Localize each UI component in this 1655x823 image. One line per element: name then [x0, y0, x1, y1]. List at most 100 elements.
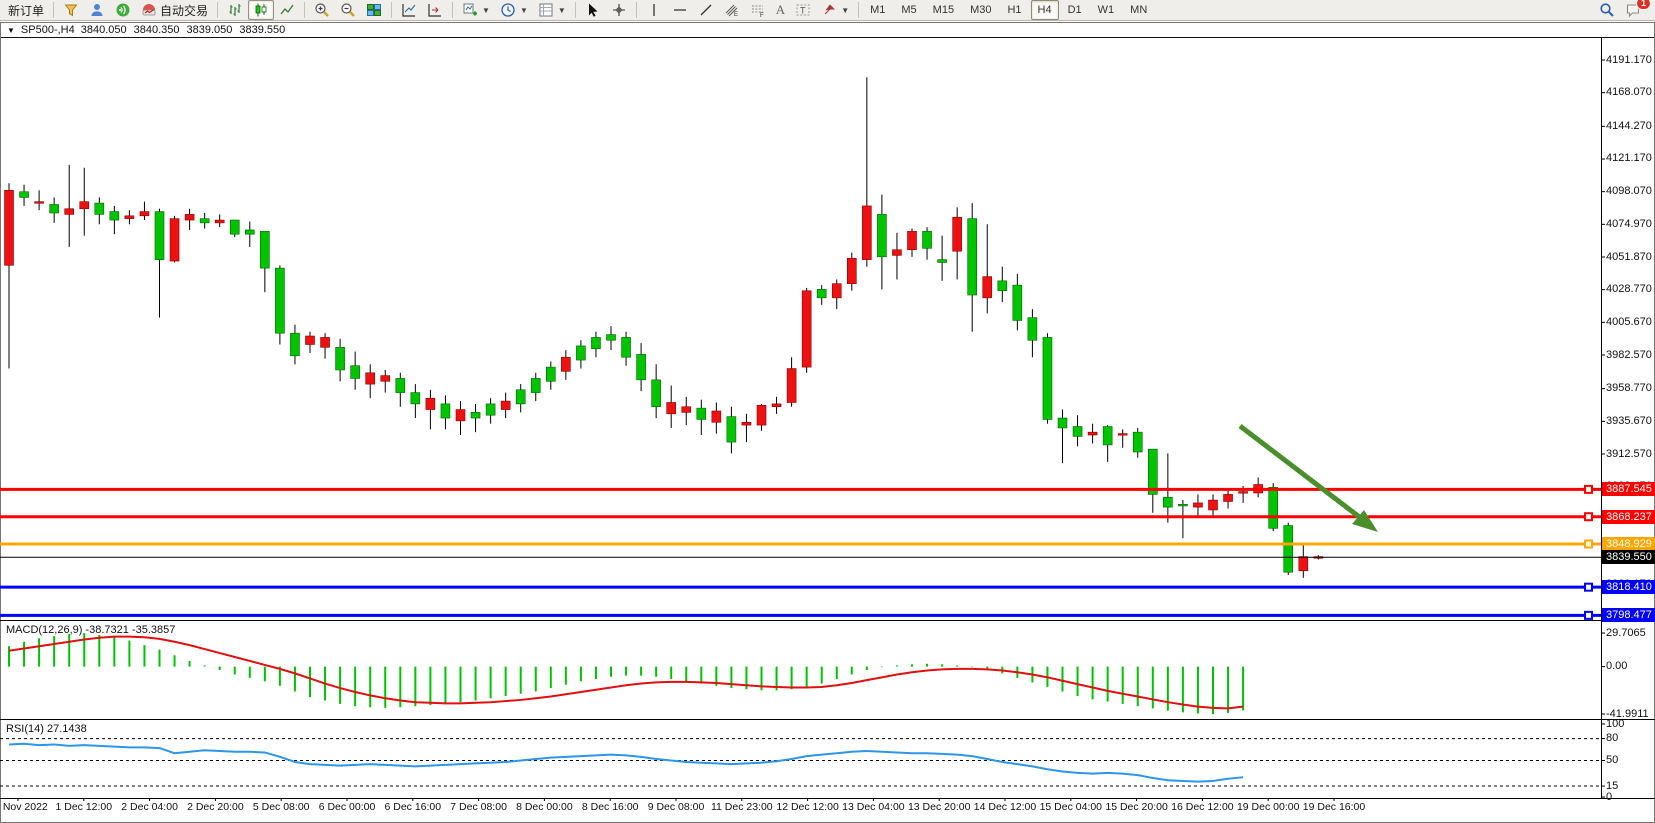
add-indicator-button[interactable]: ▼	[457, 0, 495, 20]
candle-body	[1284, 526, 1293, 573]
cursor-icon	[585, 2, 601, 18]
time-axis-label: 2 Dec 04:00	[121, 801, 178, 813]
rsi-tick-label: 50	[1606, 754, 1618, 766]
separator	[575, 2, 576, 18]
candle-body	[1209, 500, 1218, 510]
zoom-out-button[interactable]	[335, 0, 361, 20]
time-axis-label: 12 Dec 12:00	[776, 801, 838, 813]
line-chart-mode-button[interactable]	[274, 0, 300, 20]
time-axis-label: 8 Dec 16:00	[582, 801, 639, 813]
templates-icon	[538, 2, 554, 18]
candle-body	[486, 404, 495, 415]
text-icon: A	[776, 2, 785, 18]
autotrading-button[interactable]: 自动交易	[136, 0, 213, 20]
new-order-button[interactable]: 新订单	[3, 0, 49, 20]
separator	[636, 2, 637, 18]
candle-body	[908, 231, 917, 249]
candle-body	[35, 202, 44, 204]
trendline-button[interactable]	[693, 0, 719, 20]
candle-body	[5, 190, 14, 265]
candle-body	[336, 347, 345, 370]
horizontal-line-button[interactable]	[667, 0, 693, 20]
zoom-in-button[interactable]	[309, 0, 335, 20]
candle-body	[95, 203, 104, 214]
current-price-label: 3839.550	[1602, 550, 1655, 564]
candle-body	[968, 219, 977, 295]
timeframe-M1[interactable]: M1	[863, 0, 892, 20]
rsi-tick-label: 80	[1606, 732, 1618, 744]
line-handle[interactable]	[1585, 513, 1592, 520]
trend-arrow[interactable]	[1240, 426, 1366, 522]
signals-button[interactable]	[110, 0, 136, 20]
open-value: 3840.050	[81, 24, 127, 36]
candle-body	[1073, 427, 1082, 437]
timeframe-W1[interactable]: W1	[1091, 0, 1122, 20]
text-label-button[interactable]: T	[790, 0, 816, 20]
timeframe-M15[interactable]: M15	[926, 0, 961, 20]
candle-body	[20, 192, 29, 198]
candle-body	[260, 231, 269, 268]
candle-body	[110, 212, 119, 220]
timeframe-MN[interactable]: MN	[1123, 0, 1154, 20]
svg-text:T: T	[800, 6, 806, 16]
chevron-down-icon: ▼	[841, 6, 849, 15]
time-axis-label: 16 Dec 12:00	[1171, 801, 1233, 813]
chevron-down-icon: ▼	[558, 6, 566, 15]
candle-body	[923, 231, 932, 248]
candle-body	[185, 214, 194, 220]
autotrading-icon	[141, 2, 157, 18]
candle-body	[817, 289, 826, 297]
chat-button[interactable]: 1	[1620, 0, 1646, 20]
candle-body	[1028, 318, 1037, 341]
periods-button[interactable]: ▼	[495, 0, 533, 20]
hline-price-label: 3868.237	[1602, 510, 1655, 524]
metaeditor-button[interactable]	[58, 0, 84, 20]
candle-body	[50, 204, 59, 212]
cursor-button[interactable]	[580, 0, 606, 20]
fibonacci-button[interactable]: F	[745, 0, 771, 20]
text-button[interactable]: A	[771, 0, 790, 20]
candle-body	[275, 268, 284, 333]
vertical-line-button[interactable]	[641, 0, 667, 20]
time-axis-label: 19 Dec 00:00	[1237, 801, 1299, 813]
candle-body	[546, 367, 555, 381]
search-button[interactable]	[1594, 0, 1620, 20]
candle-body	[772, 404, 781, 407]
candlestick-mode-button[interactable]	[248, 0, 274, 20]
shift-end-button[interactable]	[422, 0, 448, 20]
timeframe-M30[interactable]: M30	[963, 0, 998, 20]
timeframe-H4[interactable]: H4	[1031, 0, 1059, 20]
line-handle[interactable]	[1585, 612, 1592, 619]
candle-body	[140, 212, 149, 216]
metaeditor-funnel-icon	[63, 2, 79, 18]
candle-body	[892, 250, 901, 256]
toolbar: 新订单 自动交易 ▼ ▼ ▼ E F A T	[0, 0, 1655, 21]
timeframe-D1[interactable]: D1	[1061, 0, 1089, 20]
accounts-button[interactable]	[84, 0, 110, 20]
candle-body	[1178, 504, 1187, 506]
candle-body	[381, 376, 390, 382]
chart-menu-triangle-icon[interactable]: ▼	[7, 26, 15, 35]
timeframe-M5[interactable]: M5	[894, 0, 923, 20]
line-handle[interactable]	[1585, 584, 1592, 591]
chart-title-bar[interactable]: ▼ SP500-,H4 3840.050 3840.350 3839.050 3…	[1, 23, 1654, 38]
crosshair-button[interactable]	[606, 0, 632, 20]
timeframe-H1[interactable]: H1	[1000, 0, 1028, 20]
price-tick-label: 3935.670	[1606, 415, 1652, 427]
time-axis-label: 2 Dec 20:00	[187, 801, 244, 813]
tile-windows-icon	[366, 2, 382, 18]
tile-windows-button[interactable]	[361, 0, 387, 20]
arrange-charts-button[interactable]	[396, 0, 422, 20]
bar-chart-mode-button[interactable]	[222, 0, 248, 20]
line-handle[interactable]	[1585, 541, 1592, 548]
templates-button[interactable]: ▼	[533, 0, 571, 20]
time-axis-label: 19 Dec 16:00	[1303, 801, 1365, 813]
svg-text:E: E	[734, 12, 738, 18]
candle-body	[1043, 337, 1052, 419]
equidistant-channel-button[interactable]: E	[719, 0, 745, 20]
price-tick-label: 3982.570	[1606, 349, 1652, 361]
time-axis-label: 6 Dec 16:00	[384, 801, 441, 813]
arrows-button[interactable]: ▼	[816, 0, 854, 20]
equidistant-channel-icon: E	[724, 2, 740, 18]
line-handle[interactable]	[1585, 486, 1592, 493]
